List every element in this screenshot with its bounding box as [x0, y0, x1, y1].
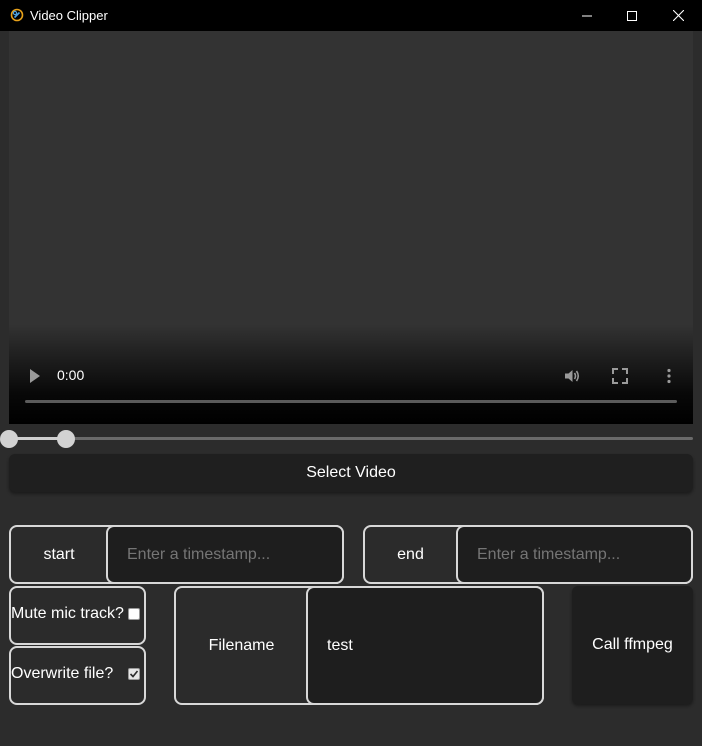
play-icon[interactable]: [28, 368, 42, 384]
mute-checkbox[interactable]: [128, 608, 140, 620]
overwrite-checkbox[interactable]: [128, 668, 140, 680]
fullscreen-icon[interactable]: [612, 368, 628, 384]
start-timestamp-input[interactable]: [106, 525, 344, 584]
filename-input[interactable]: [306, 586, 544, 705]
select-video-button[interactable]: Select Video: [9, 454, 693, 492]
app-chain-icon: [10, 8, 24, 22]
minimize-icon: [582, 15, 592, 16]
minimize-button[interactable]: [564, 0, 610, 31]
end-timestamp-input[interactable]: [456, 525, 693, 584]
more-options-icon[interactable]: [663, 368, 675, 384]
start-label: start: [43, 545, 75, 563]
close-icon: [672, 10, 684, 21]
window-title: Video Clipper: [30, 8, 108, 23]
mute-label: Mute mic track?: [11, 605, 124, 622]
clip-start-thumb[interactable]: [0, 430, 18, 448]
overwrite-label: Overwrite file?: [11, 665, 114, 682]
maximize-button[interactable]: [609, 0, 655, 31]
end-label: end: [397, 545, 424, 563]
clip-end-thumb[interactable]: [57, 430, 75, 448]
title-bar: Video Clipper: [0, 0, 702, 31]
video-controls-overlay: [9, 324, 693, 424]
volume-icon[interactable]: [563, 367, 581, 385]
app-window: Video Clipper 0:00 Select Video start En…: [0, 0, 702, 746]
clip-range-track: [9, 437, 693, 440]
video-time: 0:00: [57, 367, 85, 383]
filename-label: Filename: [208, 636, 275, 654]
call-ffmpeg-button[interactable]: Call ffmpeg: [572, 586, 693, 704]
close-button[interactable]: [655, 0, 701, 31]
video-progress-bar[interactable]: [25, 400, 677, 403]
video-player[interactable]: 0:00: [9, 31, 693, 424]
checkmark-icon: [129, 670, 139, 678]
maximize-icon: [627, 10, 637, 21]
